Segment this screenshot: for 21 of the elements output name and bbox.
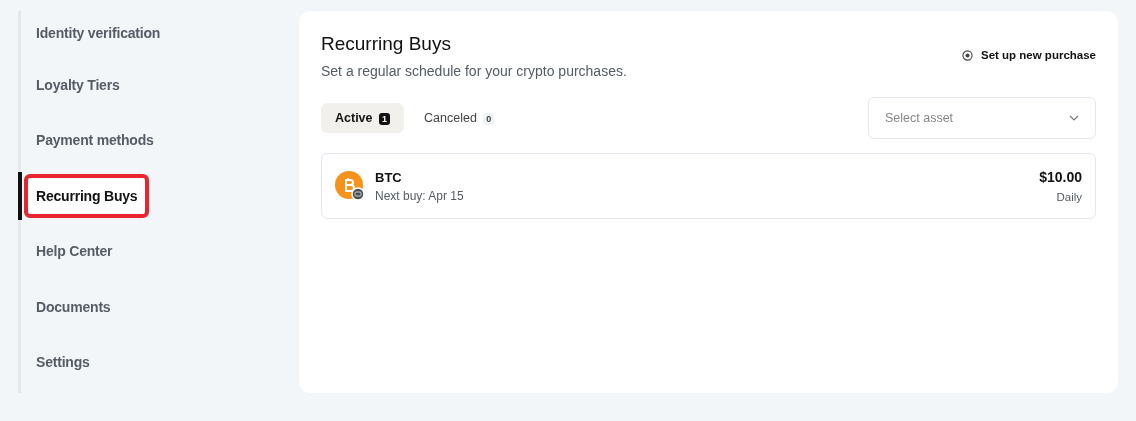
target-icon <box>961 49 973 61</box>
sidebar-item[interactable]: Recurring Buys <box>24 173 150 218</box>
page-subtitle: Set a regular schedule for your crypto purchases. <box>321 63 627 79</box>
next-buy-date: Next buy: Apr 15 <box>375 188 465 203</box>
purchase-amount: $10.00 <box>1039 169 1082 185</box>
new-purchase-link[interactable]: Set up new purchase <box>961 49 1096 61</box>
purchase-row[interactable]: BTC Next buy: Apr 15 $10.00 Daily <box>321 153 1096 219</box>
chevron-down-icon <box>1069 115 1079 121</box>
sidebar-item[interactable]: Settings <box>24 339 263 386</box>
sidebar-item[interactable]: Documents <box>24 283 263 330</box>
purchase-frequency: Daily <box>1056 191 1082 203</box>
sidebar-item[interactable]: Help Center <box>24 228 263 275</box>
sidebar-item[interactable]: Payment methods <box>24 117 263 164</box>
page-title: Recurring Buys <box>321 33 452 55</box>
filter-tab[interactable]: Active 1 <box>321 103 404 133</box>
asset-select[interactable]: Select asset <box>868 97 1096 139</box>
bitcoin-icon <box>335 171 365 201</box>
sidebar-item[interactable]: Identity verification <box>24 11 263 56</box>
filter-tab[interactable]: Canceled 0 <box>410 103 509 133</box>
sidebar-item[interactable]: Loyalty Tiers <box>24 61 263 108</box>
asset-symbol: BTC <box>375 169 403 185</box>
